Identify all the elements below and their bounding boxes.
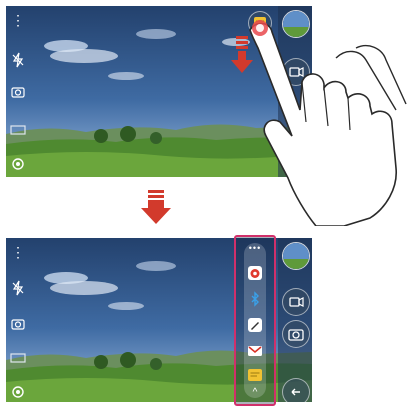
video-icon — [289, 297, 304, 307]
quick-memo-icon[interactable] — [247, 367, 263, 383]
record-app-icon[interactable] — [247, 265, 263, 281]
menu-icon[interactable]: ⋮ — [10, 12, 26, 28]
floating-bar: ••• ^ — [234, 235, 276, 406]
settings-icon[interactable] — [10, 384, 26, 400]
gallery-icon[interactable] — [10, 350, 26, 366]
flash-off-icon[interactable] — [10, 280, 26, 296]
bluetooth-icon[interactable] — [247, 291, 263, 307]
video-record-button[interactable] — [282, 288, 310, 316]
gallery-icon[interactable] — [10, 122, 26, 138]
camera-left-rail: ⋮ — [6, 238, 28, 402]
chevron-up-icon[interactable]: ^ — [244, 387, 266, 398]
back-icon — [291, 388, 300, 396]
settings-camera-icon[interactable] — [10, 316, 26, 332]
hand-gesture-icon — [249, 20, 407, 226]
floating-bar-tray: ••• ^ — [244, 243, 266, 398]
shutter-button[interactable] — [282, 320, 310, 348]
settings-icon[interactable] — [10, 156, 26, 172]
menu-icon[interactable]: ⋮ — [10, 244, 26, 260]
gallery-thumbnail[interactable] — [282, 242, 310, 270]
camera-left-rail: ⋮ — [6, 6, 28, 177]
back-button[interactable] — [282, 378, 310, 402]
pen-icon[interactable] — [247, 317, 263, 333]
gmail-icon[interactable] — [247, 343, 263, 359]
flash-off-icon[interactable] — [10, 52, 26, 68]
settings-camera-icon[interactable] — [10, 84, 26, 100]
floating-bar-menu[interactable]: ••• — [244, 243, 266, 253]
camera-icon — [288, 329, 304, 341]
down-arrow-icon — [141, 190, 171, 224]
